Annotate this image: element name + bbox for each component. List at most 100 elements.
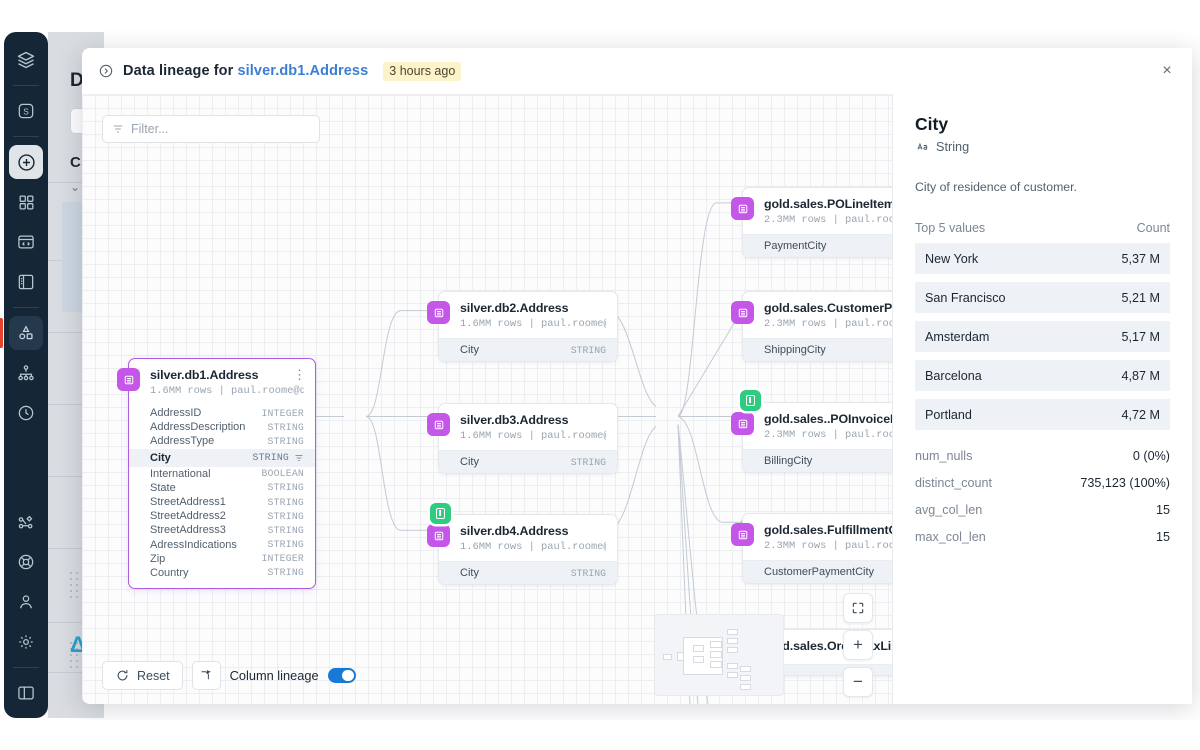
chevron-down-icon: ⌄	[70, 180, 81, 194]
value-label: San Francisco	[925, 290, 1006, 305]
stat-key: distinct_count	[915, 475, 993, 490]
column-name: StreetAddress2	[150, 510, 226, 523]
column-row[interactable]: State STRING	[129, 481, 315, 495]
lineage-node-silver-db1-address[interactable]: silver.db1.Address 1.6MM rows | paul.roo…	[117, 358, 316, 590]
list-item[interactable]: San Francisco 5,21 M	[915, 282, 1170, 313]
column-row[interactable]: AddressDescription STRING	[129, 420, 315, 434]
count-column-header: Count	[1136, 221, 1170, 235]
column-row[interactable]: StreetAddress2 STRING	[129, 509, 315, 523]
column-name: StreetAddress1	[150, 496, 226, 509]
reset-button[interactable]: Reset	[102, 661, 183, 690]
filter-icon	[113, 125, 123, 133]
chevron-right-circle-icon[interactable]	[98, 63, 114, 79]
column-row-selected[interactable]: City STRING	[129, 448, 315, 467]
lineage-node-gold-sales-polineitem[interactable]: gold.sales.POLineItem 2.3MM rows | paul.…	[731, 187, 892, 258]
filter-placeholder: Filter...	[131, 122, 169, 136]
column-lineage-icon	[201, 670, 211, 680]
hierarchy-icon[interactable]	[9, 356, 43, 390]
column-lineage-icon-button[interactable]	[191, 661, 221, 690]
close-icon[interactable]: ×	[1156, 60, 1178, 82]
panel-icon[interactable]	[9, 676, 43, 710]
stat-row: distinct_count 735,123 (100%)	[915, 469, 1170, 496]
column-type: STRING	[570, 567, 606, 579]
table-icon	[117, 368, 140, 391]
column-row[interactable]: Country STRING	[129, 566, 315, 580]
clock-icon[interactable]	[9, 396, 43, 430]
list-item[interactable]: Barcelona 4,87 M	[915, 360, 1170, 391]
column-detail-panel: City String City of residence of custome…	[892, 94, 1192, 704]
nodes-icon[interactable]	[9, 505, 43, 539]
zoom-controls: + −	[843, 593, 873, 697]
list-item[interactable]: New York 5,37 M	[915, 243, 1170, 274]
lineage-junction-1[interactable]	[430, 503, 451, 524]
stat-value: 15	[1155, 529, 1170, 544]
column-row[interactable]: StreetAddress3 STRING	[129, 523, 315, 537]
column-type: STRING	[267, 435, 304, 447]
column-row[interactable]: BillingCity	[743, 449, 892, 472]
column-name: BillingCity	[764, 455, 813, 467]
entity-link[interactable]: silver.db1.Address	[238, 63, 369, 79]
lineage-node-gold-sales-fulfillmentorderitem[interactable]: gold.sales.FulfillmentOrderI 2.3MM rows …	[731, 513, 892, 584]
svg-text:S: S	[23, 106, 29, 116]
code-window-icon[interactable]	[9, 225, 43, 259]
column-row[interactable]: ShippingCity	[743, 338, 892, 361]
column-row[interactable]: City STRING	[439, 450, 617, 473]
plus-circle-icon[interactable]	[9, 145, 43, 179]
list-item[interactable]: Amsterdam 5,17 M	[915, 321, 1170, 352]
lineage-canvas[interactable]: Filter... silver.db1.Address 1.6MM rows …	[82, 94, 892, 704]
page-title: Data lineage for silver.db1.Address	[123, 63, 368, 79]
lifebuoy-icon[interactable]	[9, 545, 43, 579]
node-header: gold.sales.POLineItem 2.3MM rows | paul.…	[743, 188, 892, 234]
letterbox-top	[0, 0, 1200, 30]
zoom-out-button[interactable]: −	[843, 667, 873, 697]
title-prefix: Data lineage for	[123, 63, 238, 79]
zoom-in-button[interactable]: +	[843, 630, 873, 660]
stat-value: 0 (0%)	[1132, 448, 1170, 463]
detail-title: City	[915, 114, 949, 134]
column-row[interactable]: City STRING	[439, 561, 617, 584]
grid-icon[interactable]	[9, 185, 43, 219]
rail-divider	[13, 136, 39, 137]
node-meta: 2.3MM rows | paul.room	[764, 540, 892, 552]
value-count: 5,37 M	[1121, 251, 1160, 266]
column-row[interactable]: StreetAddress1 STRING	[129, 495, 315, 509]
list-item[interactable]: Portland 4,72 M	[915, 399, 1170, 430]
column-name: ShippingCity	[764, 344, 826, 356]
user-icon[interactable]	[9, 585, 43, 619]
filter-input[interactable]: Filter...	[102, 115, 320, 143]
column-row[interactable]: PaymentCity	[743, 234, 892, 257]
column-name: CustomerPaymentCity	[764, 566, 875, 578]
node-header: silver.db2.Address 1.6MM rows | paul.roo…	[439, 292, 617, 338]
lineage-node-silver-db2-address[interactable]: silver.db2.Address 1.6MM rows | paul.roo…	[427, 291, 618, 362]
kebab-menu-icon[interactable]: ⋮	[293, 368, 306, 381]
column-type: STRING	[267, 421, 304, 433]
shapes-icon[interactable]	[0, 316, 43, 350]
status-badge: 3 hours ago	[383, 61, 462, 81]
column-type: STRING	[267, 510, 304, 522]
column-row[interactable]: City STRING	[439, 338, 617, 361]
search-s-icon[interactable]: S	[9, 94, 43, 128]
lineage-junction-2[interactable]	[740, 390, 761, 411]
minimap[interactable]	[654, 614, 784, 696]
column-row[interactable]: International BOOLEAN	[129, 467, 315, 481]
book-icon[interactable]	[9, 265, 43, 299]
column-name: City	[460, 344, 479, 356]
column-type: STRING	[570, 344, 606, 356]
lineage-node-silver-db3-address[interactable]: silver.db3.Address 1.6MM rows | paul.roo…	[427, 403, 618, 474]
lineage-node-silver-db4-address[interactable]: silver.db4.Address 1.6MM rows | paul.roo…	[427, 514, 618, 585]
column-lineage-toggle[interactable]	[327, 668, 356, 683]
lineage-node-gold-sales-customerpoinvoice[interactable]: gold.sales.CustomerPOInvo 2.3MM rows | p…	[731, 291, 892, 362]
column-row[interactable]: AddressID INTEGER	[129, 406, 315, 420]
column-row[interactable]: AddressType STRING	[129, 434, 315, 448]
column-type: INTEGER	[261, 407, 304, 419]
lineage-node-gold-sales-poinvoiceitem[interactable]: gold.sales..POInvoiceItem 2.3MM rows | p…	[731, 402, 892, 473]
canvas-toolbar: Reset Column lineage	[102, 661, 356, 690]
column-row[interactable]: CustomerPaymentCity	[743, 560, 892, 583]
layers-icon[interactable]	[9, 43, 43, 77]
value-label: Barcelona	[925, 368, 982, 383]
column-row[interactable]: AdressIndications STRING	[129, 538, 315, 552]
table-icon	[427, 301, 450, 324]
gear-icon[interactable]	[9, 625, 43, 659]
column-row[interactable]: Zip INTEGER	[129, 552, 315, 566]
fit-screen-icon[interactable]	[843, 593, 873, 623]
